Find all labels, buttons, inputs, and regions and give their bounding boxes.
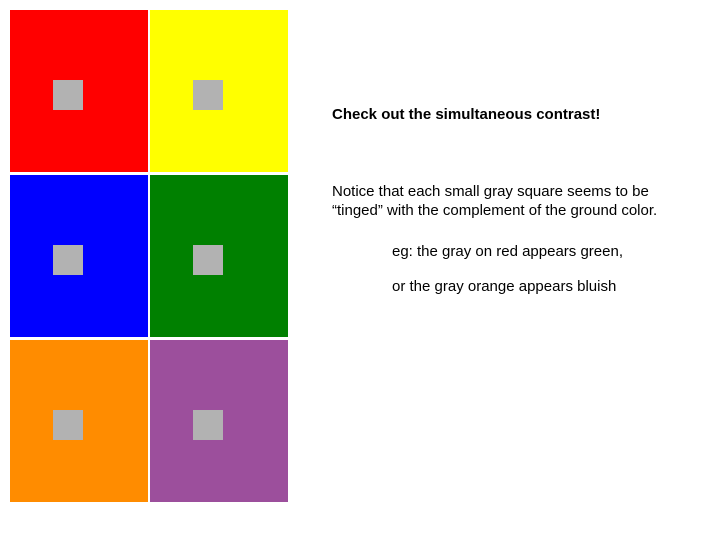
- swatch-row: [10, 175, 288, 337]
- swatch-blue: [10, 175, 148, 337]
- example-line-2: or the gray orange appears bluish: [392, 278, 688, 295]
- heading: Check out the simultaneous contrast!: [332, 106, 688, 123]
- gray-chip: [193, 410, 223, 440]
- gray-chip: [53, 245, 83, 275]
- swatch-orange: [10, 340, 148, 502]
- gray-chip: [193, 245, 223, 275]
- swatch-grid: [10, 10, 288, 505]
- gray-chip: [193, 80, 223, 110]
- swatch-purple: [150, 340, 288, 502]
- swatch-green: [150, 175, 288, 337]
- notice-paragraph: Notice that each small gray square seems…: [332, 183, 688, 221]
- swatch-row: [10, 10, 288, 172]
- swatch-yellow: [150, 10, 288, 172]
- swatch-row: [10, 340, 288, 502]
- slide: Check out the simultaneous contrast! Not…: [0, 0, 720, 540]
- text-block: Check out the simultaneous contrast! Not…: [332, 106, 688, 313]
- swatch-red: [10, 10, 148, 172]
- example-line-1: eg: the gray on red appears green,: [392, 243, 688, 260]
- gray-chip: [53, 410, 83, 440]
- gray-chip: [53, 80, 83, 110]
